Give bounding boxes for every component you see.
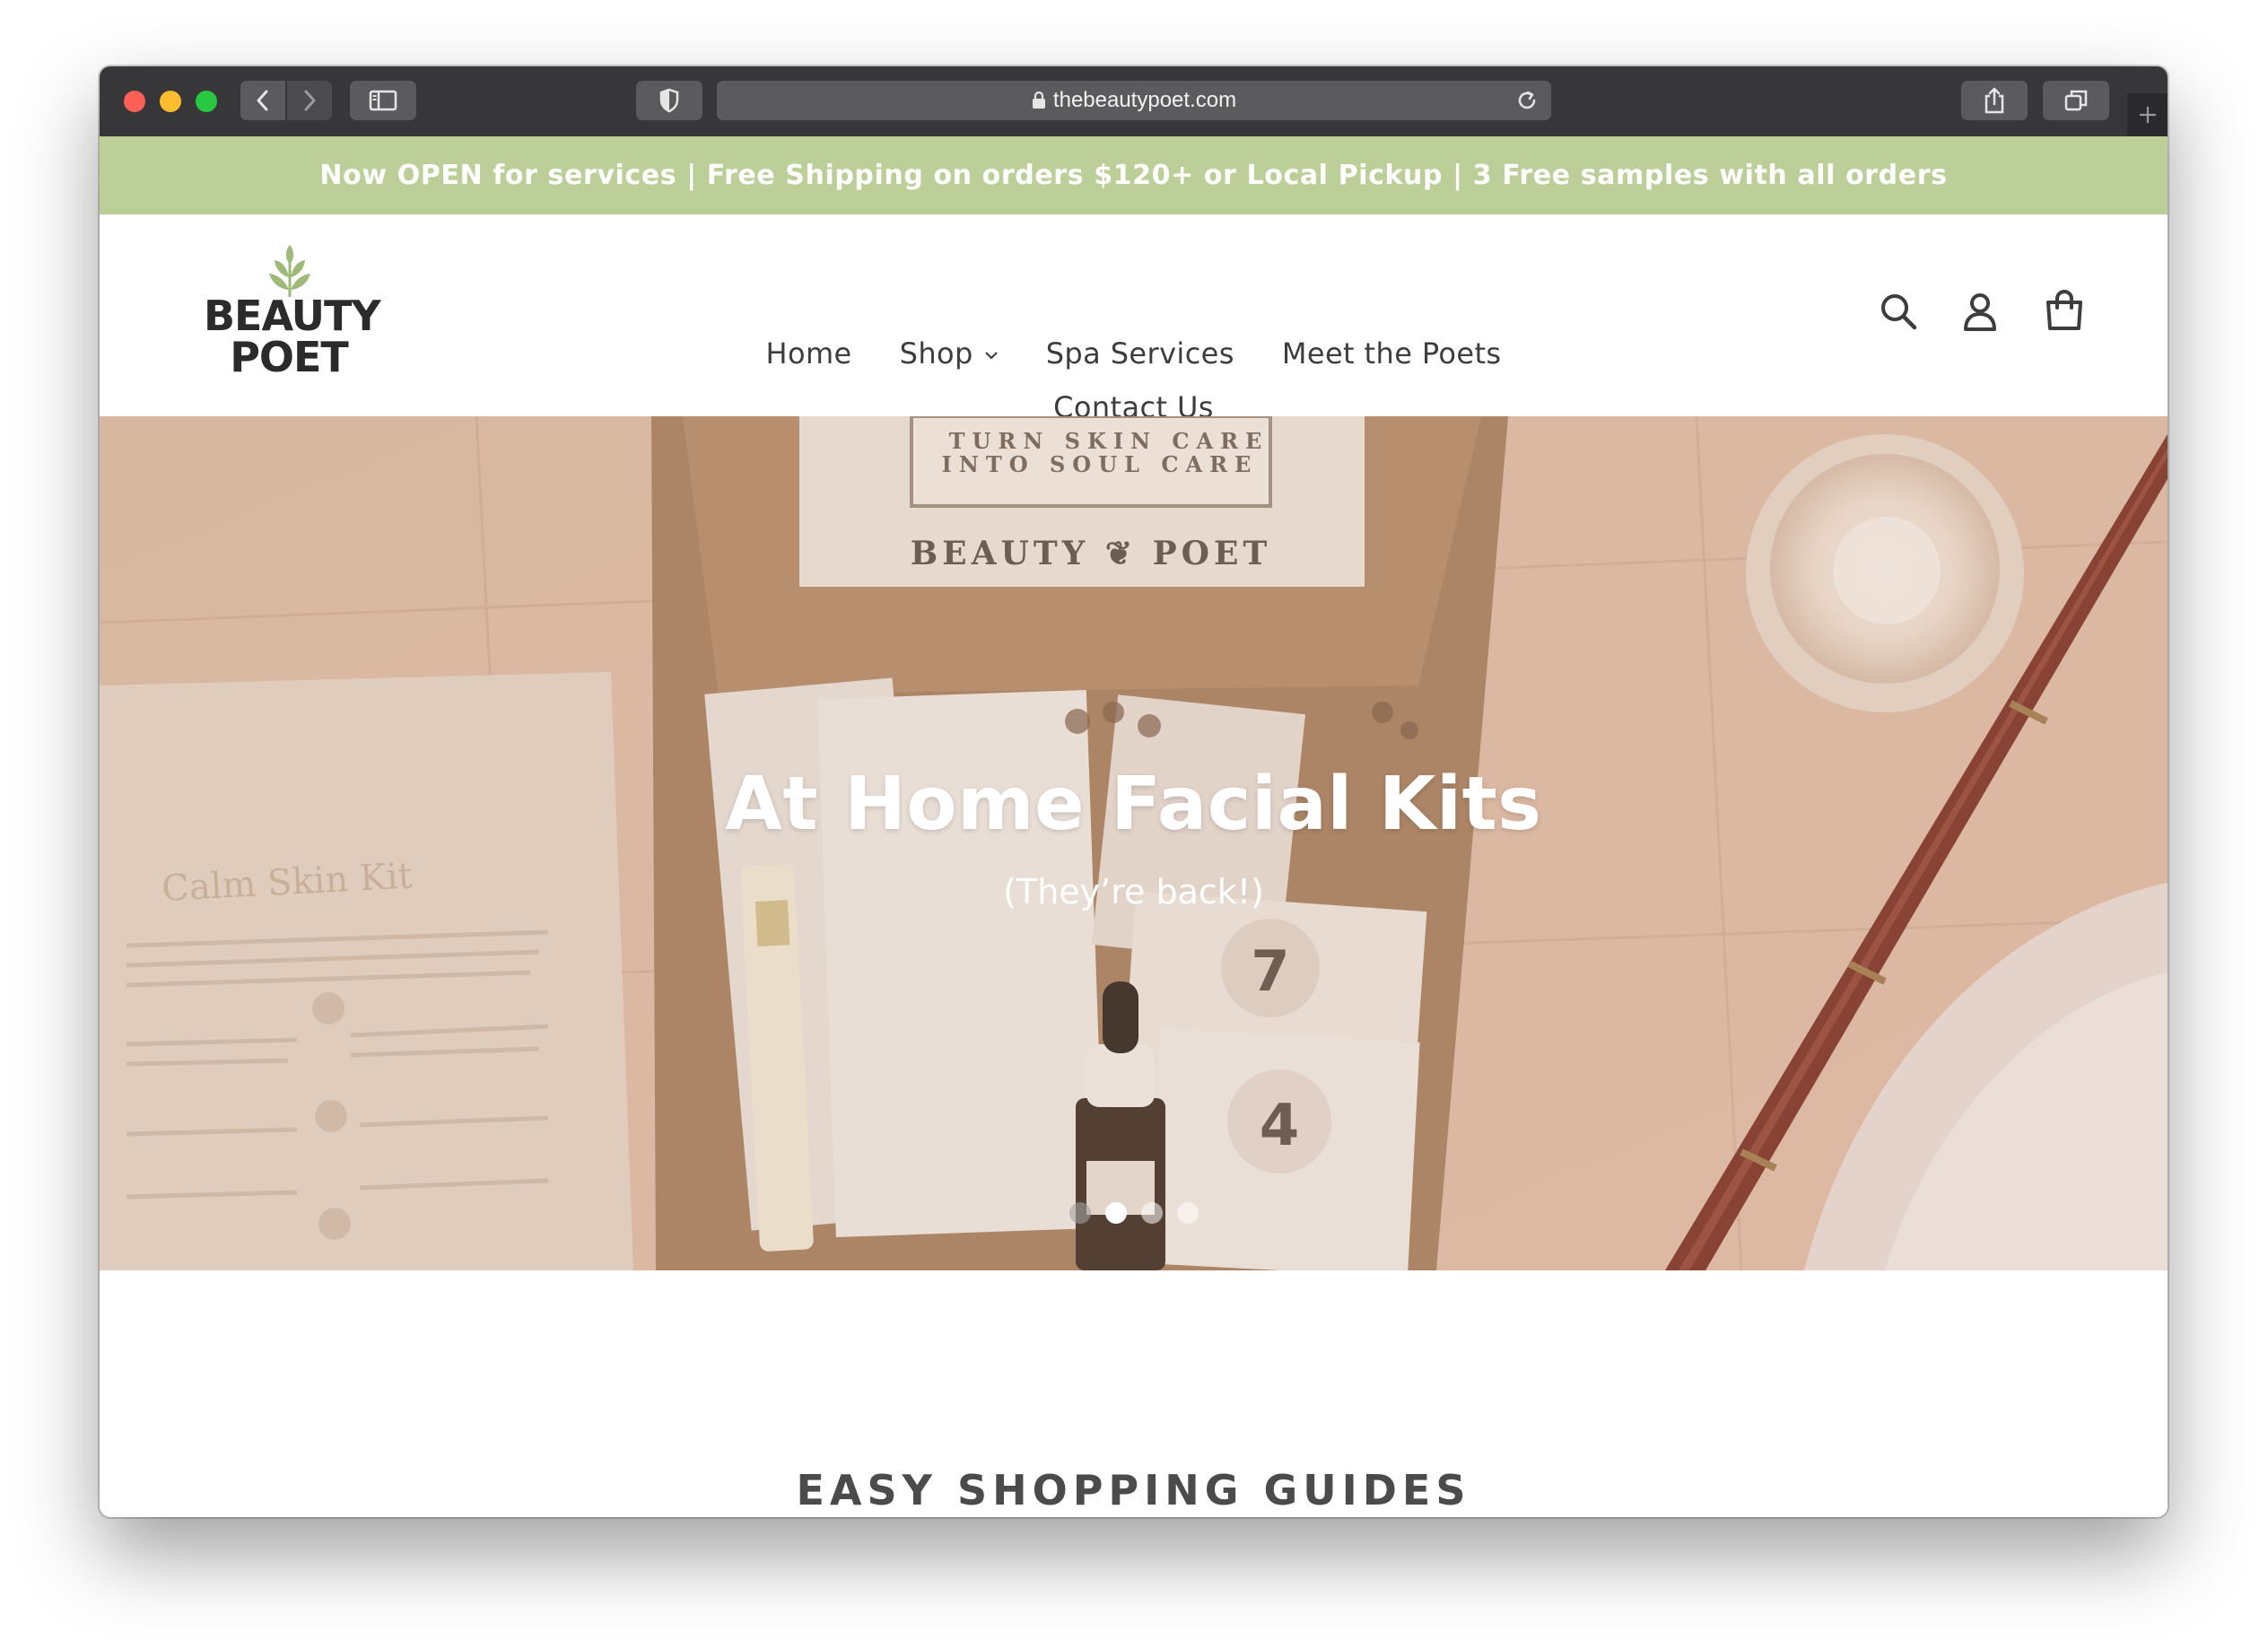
show-tabs-button[interactable] bbox=[2043, 81, 2109, 120]
account-icon[interactable] bbox=[1962, 292, 1998, 331]
plus-icon bbox=[2139, 107, 2156, 123]
zoom-window-button[interactable] bbox=[196, 91, 217, 112]
slide-dot-3[interactable] bbox=[1140, 1202, 1163, 1224]
hero-title: At Home Facial Kits bbox=[725, 762, 1542, 847]
nav-home[interactable]: Home bbox=[766, 336, 852, 371]
forward-button[interactable] bbox=[287, 81, 332, 120]
hero-subtitle: (They’re back!) bbox=[1003, 872, 1264, 912]
hero-slideshow[interactable]: TURN SKIN CARE INTO SOUL CARE BEAUTY ❦ P… bbox=[100, 416, 2168, 1270]
minimize-window-button[interactable] bbox=[160, 91, 181, 112]
nav-spa-services[interactable]: Spa Services bbox=[1046, 336, 1234, 371]
browser-toolbar: thebeautypoet.com bbox=[100, 66, 2168, 138]
slide-dot-1[interactable] bbox=[1069, 1202, 1091, 1224]
cart-icon[interactable] bbox=[2045, 290, 2084, 331]
logo-line-1: BEAUTY bbox=[204, 292, 381, 340]
privacy-report-button[interactable] bbox=[636, 81, 702, 120]
chevron-left-icon bbox=[257, 90, 268, 111]
reload-icon[interactable] bbox=[1515, 89, 1539, 112]
slide-dot-4[interactable] bbox=[1176, 1202, 1199, 1224]
nav-meet-the-poets[interactable]: Meet the Poets bbox=[1282, 336, 1502, 371]
back-button[interactable] bbox=[240, 81, 285, 120]
lock-icon bbox=[1032, 92, 1045, 109]
chevron-right-icon bbox=[304, 90, 316, 111]
new-tab-button[interactable] bbox=[2127, 93, 2168, 136]
main-nav: Home Shop Spa Services Meet the Poets bbox=[100, 336, 2168, 371]
section-title: EASY SHOPPING GUIDES bbox=[796, 1466, 1471, 1514]
announcement-bar[interactable]: Now OPEN for services | Free Shipping on… bbox=[100, 136, 2168, 214]
browser-window: thebeautypoet.com Now OPEN for services … bbox=[100, 66, 2168, 1517]
close-window-button[interactable] bbox=[124, 91, 145, 112]
chevron-down-icon bbox=[984, 352, 998, 360]
url-text: thebeautypoet.com bbox=[1052, 88, 1237, 112]
sidebar-toggle-button[interactable] bbox=[350, 81, 416, 120]
nav-shop-label: Shop bbox=[899, 336, 973, 371]
search-icon[interactable] bbox=[1879, 292, 1918, 331]
announcement-text: Now OPEN for services | Free Shipping on… bbox=[319, 160, 1948, 191]
shield-icon bbox=[659, 88, 679, 113]
address-bar[interactable]: thebeautypoet.com bbox=[717, 81, 1551, 120]
sidebar-icon bbox=[369, 90, 397, 111]
nav-shop[interactable]: Shop bbox=[900, 336, 999, 371]
share-button[interactable] bbox=[1961, 81, 2028, 120]
slide-dot-2[interactable] bbox=[1104, 1202, 1127, 1224]
slideshow-dots bbox=[100, 1202, 2168, 1224]
leaf-logo-icon bbox=[269, 245, 310, 298]
tabs-icon bbox=[2064, 90, 2088, 111]
site-header: BEAUTY POET Home Shop Spa Services Meet … bbox=[100, 214, 2168, 424]
share-icon bbox=[1984, 87, 2004, 114]
